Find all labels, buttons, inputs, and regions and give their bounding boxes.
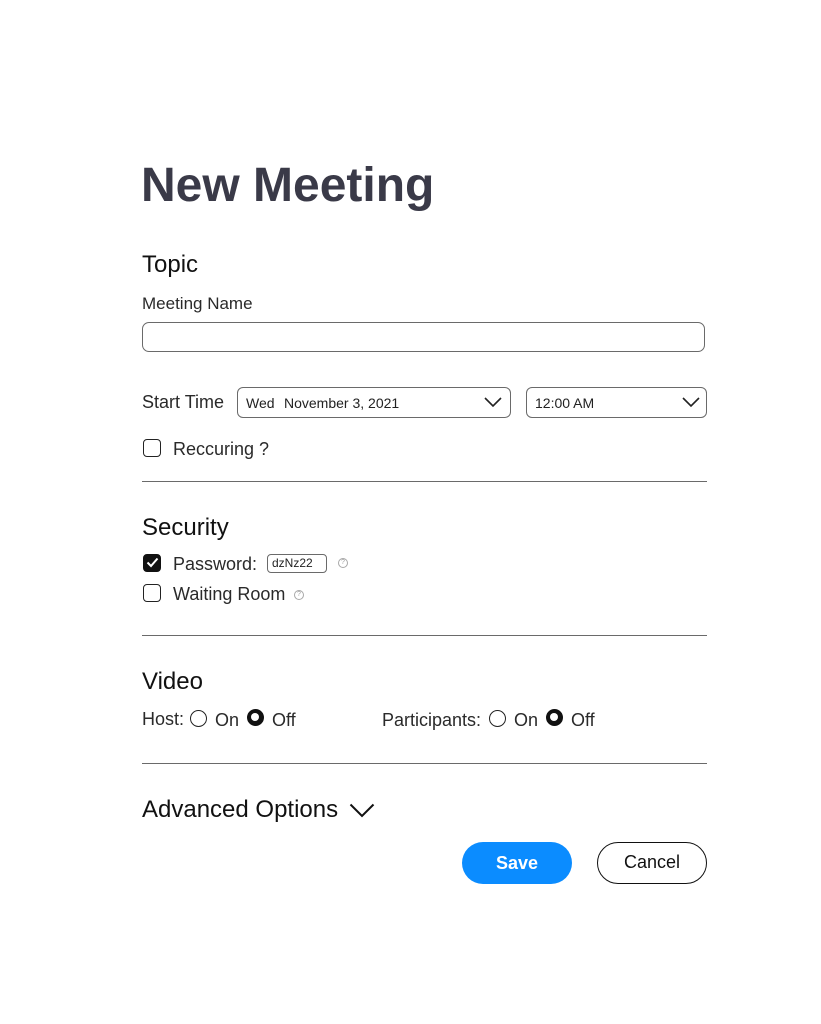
checkmark-icon [146,557,159,568]
participants-off-radio[interactable] [546,709,563,726]
password-label: Password: [173,554,258,574]
chevron-down-icon [484,397,502,408]
divider [142,763,707,764]
page-title: New Meeting [141,159,435,212]
host-label: Host: [142,709,185,729]
meeting-name-label: Meeting Name [142,294,253,313]
help-icon[interactable]: ? [294,590,304,600]
waiting-room-checkbox[interactable] [143,584,161,602]
video-heading: Video [142,668,203,695]
time-select[interactable]: 12:00 AM [526,387,707,418]
chevron-down-icon[interactable] [349,803,375,818]
save-button[interactable]: Save [462,842,572,884]
host-on-label: On [215,710,240,730]
waiting-room-label: Waiting Room [173,584,286,604]
advanced-options-label: Advanced Options [142,796,339,823]
divider [142,635,707,636]
password-input[interactable]: dzNz22 [267,554,327,573]
participants-on-radio[interactable] [489,710,506,727]
host-off-label: Off [272,710,296,730]
start-time-label: Start Time [142,392,225,412]
time-value: 12:00 AM [535,395,595,411]
host-on-radio[interactable] [190,710,207,727]
cancel-button[interactable]: Cancel [597,842,707,884]
recurring-checkbox[interactable] [143,439,161,457]
participants-on-label: On [514,710,539,730]
chevron-down-icon [682,397,700,408]
meeting-name-input[interactable] [142,322,705,352]
host-off-radio[interactable] [247,709,264,726]
participants-label: Participants: [382,710,482,730]
date-value: November 3, 2021 [284,395,400,411]
security-heading: Security [142,514,229,541]
date-day: Wed [246,395,275,411]
topic-heading: Topic [142,251,199,278]
recurring-label: Reccuring ? [173,439,270,459]
participants-off-label: Off [571,710,595,730]
date-select[interactable]: Wed November 3, 2021 [237,387,511,418]
password-checkbox[interactable] [143,554,161,572]
advanced-options-toggle[interactable]: Advanced Options [142,795,338,825]
divider [142,481,707,482]
help-icon[interactable]: ? [338,558,348,568]
